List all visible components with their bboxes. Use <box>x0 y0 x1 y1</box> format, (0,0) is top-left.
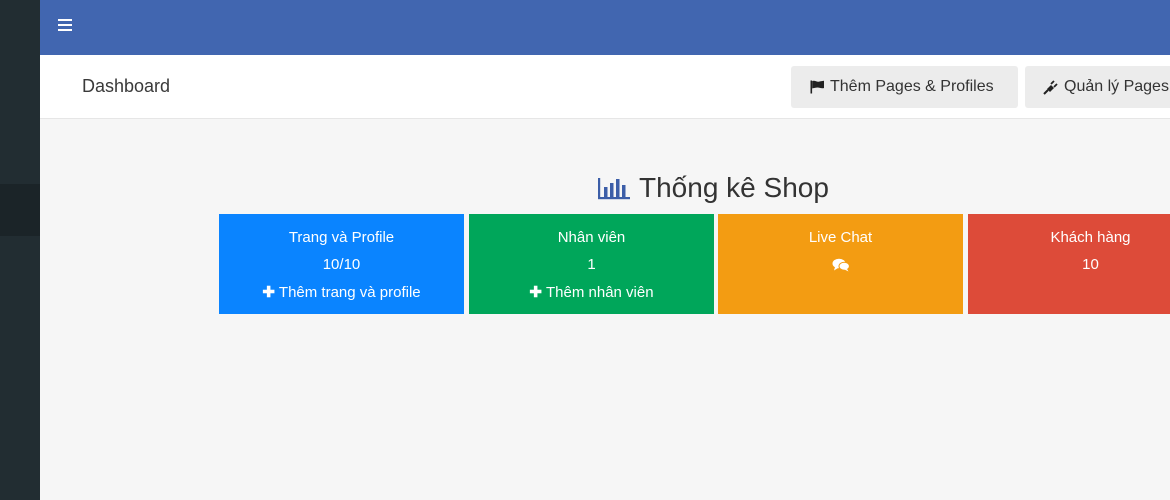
stat-card-title: Live Chat <box>808 229 873 246</box>
stat-card-title: Khách hàng <box>1050 229 1131 246</box>
stat-card-value: 1 <box>587 256 596 273</box>
plug-icon <box>1043 79 1059 95</box>
app-window: Dashboard Thêm Pages & Profiles Quản lý … <box>0 0 1170 500</box>
add-pages-profiles-label: Thêm Pages & Profiles <box>830 78 994 95</box>
sidebar-active-item[interactable] <box>0 184 40 236</box>
stat-card-employees: Nhân viên 1 ✚ Thêm nhân viên <box>469 214 714 314</box>
bar-chart-icon <box>598 178 630 200</box>
stat-card-pages-profiles: Trang và Profile 10/10 ✚ Thêm trang và pr… <box>219 214 464 314</box>
plus-icon: ✚ <box>529 284 542 301</box>
stat-card-title: Trang và Profile <box>288 229 395 246</box>
stat-card-live-chat[interactable]: Live Chat <box>718 214 963 314</box>
stats-heading: Thống kê Shop <box>597 170 829 206</box>
hamburger-icon[interactable] <box>58 19 72 33</box>
add-pages-profiles-button[interactable]: Thêm Pages & Profiles <box>791 66 1018 108</box>
top-navbar <box>40 0 1170 55</box>
stat-card-title: Nhân viên <box>557 229 626 246</box>
add-page-profile-label: Thêm trang và profile <box>278 284 421 301</box>
manage-pages-button[interactable]: Quản lý Pages <box>1025 66 1170 108</box>
flag-icon <box>809 79 825 95</box>
stat-card-icon-row <box>718 256 963 273</box>
comments-icon <box>832 258 850 272</box>
content-header: Dashboard Thêm Pages & Profiles Quản lý … <box>40 55 1170 119</box>
stat-card-customers: Khách hàng 10 <box>968 214 1170 314</box>
stat-card-value: 10 <box>1082 256 1099 273</box>
add-employee-link[interactable]: ✚ Thêm nhân viên <box>469 283 714 301</box>
stats-title: Thống kê Shop <box>639 172 829 203</box>
sidebar <box>0 0 40 500</box>
plus-icon: ✚ <box>262 284 275 301</box>
page-title: Dashboard <box>82 76 171 96</box>
add-page-profile-link[interactable]: ✚ Thêm trang và profile <box>219 283 464 301</box>
add-employee-label: Thêm nhân viên <box>546 284 654 301</box>
stat-card-value: 10/10 <box>322 256 361 273</box>
manage-pages-label: Quản lý Pages <box>1064 78 1169 95</box>
